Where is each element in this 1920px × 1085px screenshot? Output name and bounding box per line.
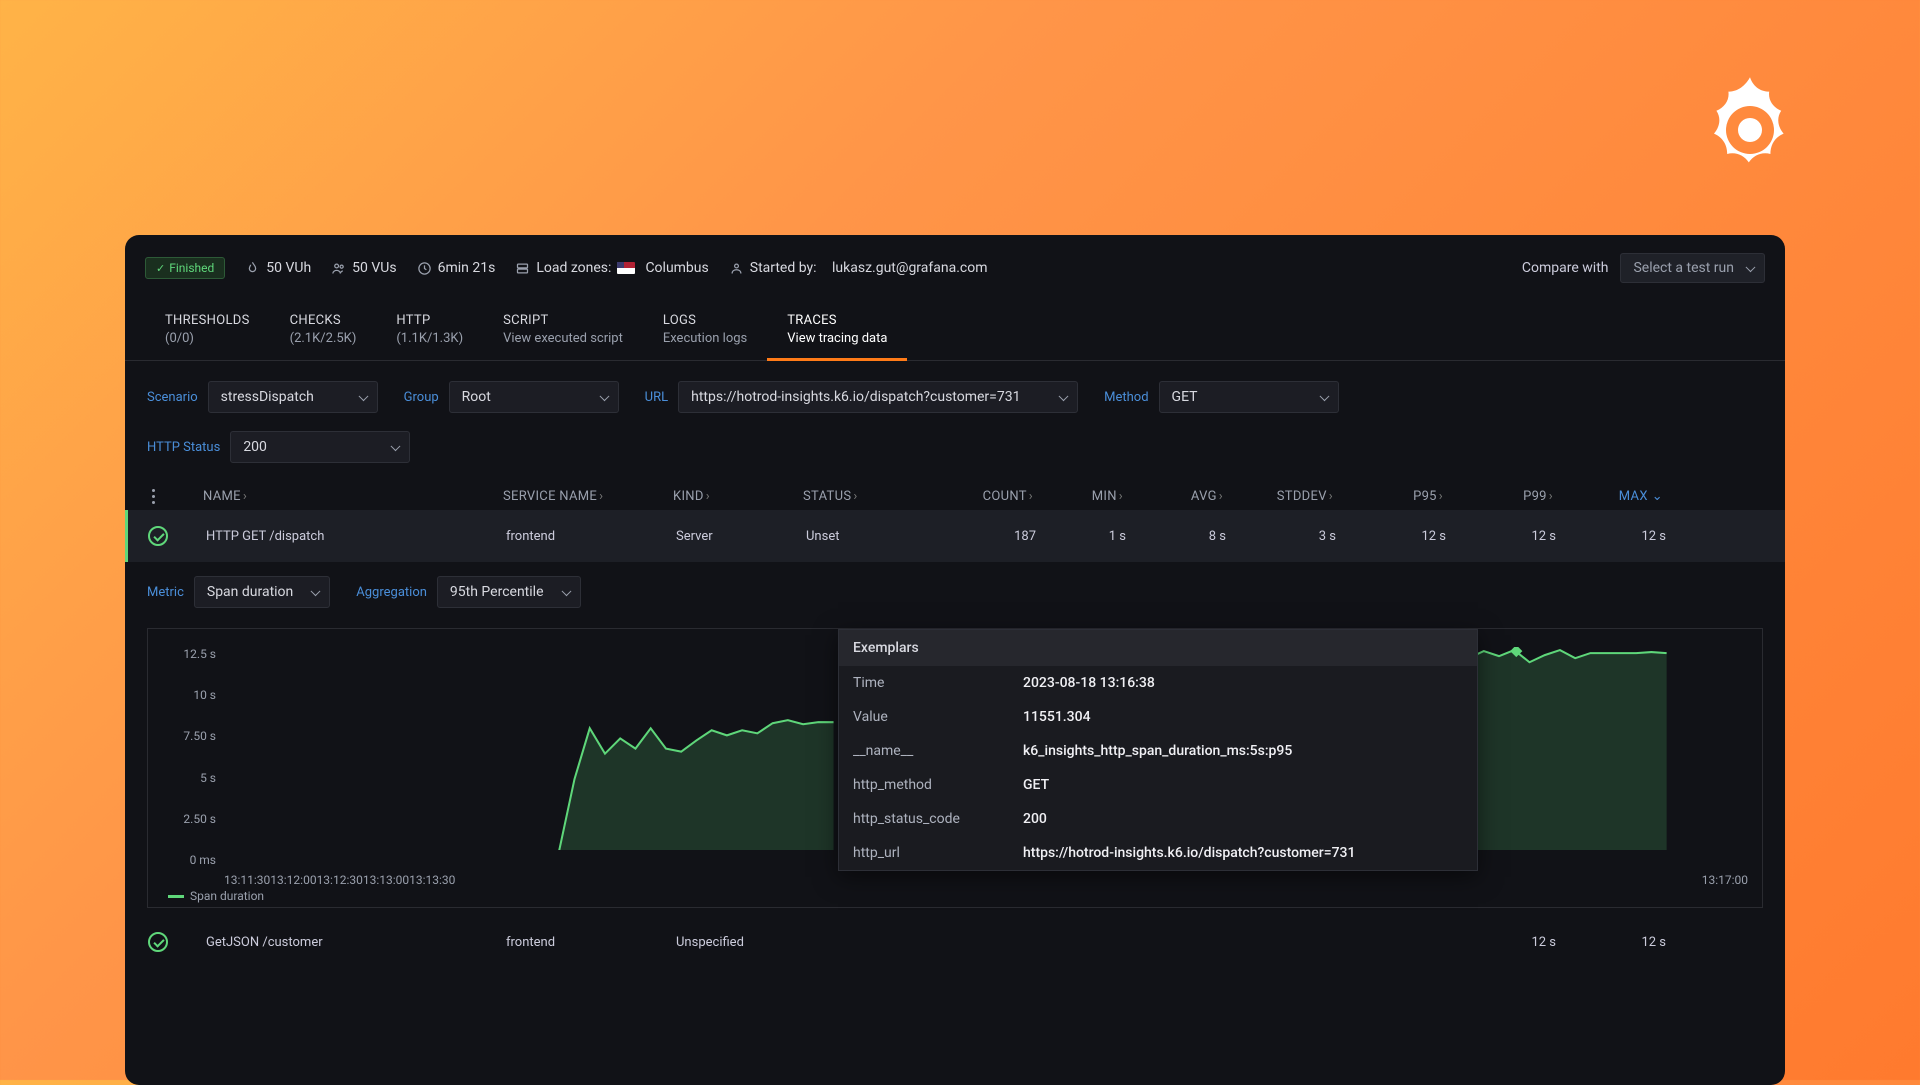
y-axis: 12.5 s 10 s 7.50 s 5 s 2.50 s 0 ms [156, 647, 216, 867]
status-badge: Finished [145, 257, 225, 279]
col-p95[interactable]: P95 [1333, 489, 1443, 504]
app-window: Finished 50 VUh 50 VUs 6min 21s Load zon… [125, 235, 1785, 1085]
group-dropdown[interactable]: Root [449, 381, 619, 413]
x-axis: 13:11:30 13:12:00 13:12:30 13:13:00 13:1… [224, 873, 1748, 887]
table-header: NAME SERVICE NAME KIND STATUS COUNT MIN … [125, 483, 1785, 510]
tab-logs[interactable]: LOGSExecution logs [643, 301, 767, 360]
tab-traces[interactable]: TRACESView tracing data [767, 301, 907, 360]
col-avg[interactable]: AVG [1123, 489, 1223, 504]
tab-checks[interactable]: CHECKS(2.1K/2.5K) [270, 301, 377, 360]
metric-dropdown[interactable]: Span duration [194, 576, 330, 608]
chart-legend: Span duration [168, 889, 264, 903]
select-test-run-dropdown[interactable]: Select a test run [1620, 253, 1765, 283]
users-icon [331, 261, 346, 276]
check-circle-icon [148, 932, 168, 952]
compare-with-label: Compare with [1522, 260, 1609, 276]
vuh-stat: 50 VUh [245, 260, 311, 276]
tooltip-header: Exemplars [839, 630, 1477, 666]
col-service[interactable]: SERVICE NAME [503, 489, 673, 504]
table-row[interactable]: GetJSON /customer frontend Unspecified 1… [125, 916, 1785, 968]
flame-icon [245, 261, 260, 276]
grafana-logo [1690, 70, 1810, 190]
col-name[interactable]: NAME [203, 489, 503, 504]
user-icon [729, 261, 744, 276]
group-label: Group [404, 390, 439, 405]
url-label: URL [645, 390, 668, 405]
col-kind[interactable]: KIND [673, 489, 803, 504]
http-status-label: HTTP Status [147, 440, 220, 455]
table-menu-icon[interactable] [145, 489, 161, 504]
top-bar: Finished 50 VUh 50 VUs 6min 21s Load zon… [125, 235, 1785, 301]
started-by: Started by: lukasz.gut@grafana.com [729, 260, 988, 276]
check-circle-icon [148, 526, 168, 546]
table-row[interactable]: HTTP GET /dispatch frontend Server Unset… [125, 510, 1785, 562]
load-zones: Load zones: Columbus [515, 260, 708, 276]
tabs: THRESHOLDS(0/0) CHECKS(2.1K/2.5K) HTTP(1… [125, 301, 1785, 361]
col-count[interactable]: COUNT [923, 489, 1033, 504]
col-stddev[interactable]: STDDEV [1223, 489, 1333, 504]
tab-http[interactable]: HTTP(1.1K/1.3K) [376, 301, 483, 360]
metric-bar: Metric Span duration Aggregation 95th Pe… [125, 562, 1785, 622]
method-label: Method [1104, 390, 1148, 405]
chart[interactable]: 12.5 s 10 s 7.50 s 5 s 2.50 s 0 ms 13:11… [147, 628, 1763, 908]
clock-icon [417, 261, 432, 276]
scenario-dropdown[interactable]: stressDispatch [208, 381, 378, 413]
chart-tooltip: Exemplars Time2023-08-18 13:16:38 Value1… [838, 629, 1478, 871]
sort-desc-icon: ⌄ [1652, 489, 1663, 504]
filter-bar: Scenario stressDispatch Group Root URL h… [125, 361, 1785, 483]
url-dropdown[interactable]: https://hotrod-insights.k6.io/dispatch?c… [678, 381, 1078, 413]
metric-label: Metric [147, 585, 184, 600]
tab-script[interactable]: SCRIPTView executed script [483, 301, 643, 360]
col-status[interactable]: STATUS [803, 489, 923, 504]
http-status-dropdown[interactable]: 200 [230, 431, 410, 463]
aggregation-dropdown[interactable]: 95th Percentile [437, 576, 581, 608]
col-max[interactable]: MAX ⌄ [1553, 489, 1663, 504]
col-p99[interactable]: P99 [1443, 489, 1553, 504]
col-min[interactable]: MIN [1033, 489, 1123, 504]
duration-stat: 6min 21s [417, 260, 496, 276]
server-icon [515, 261, 530, 276]
scenario-label: Scenario [147, 390, 198, 405]
vus-stat: 50 VUs [331, 260, 396, 276]
aggregation-label: Aggregation [356, 585, 427, 600]
us-flag-icon [617, 262, 635, 274]
tab-thresholds[interactable]: THRESHOLDS(0/0) [145, 301, 270, 360]
method-dropdown[interactable]: GET [1159, 381, 1339, 413]
